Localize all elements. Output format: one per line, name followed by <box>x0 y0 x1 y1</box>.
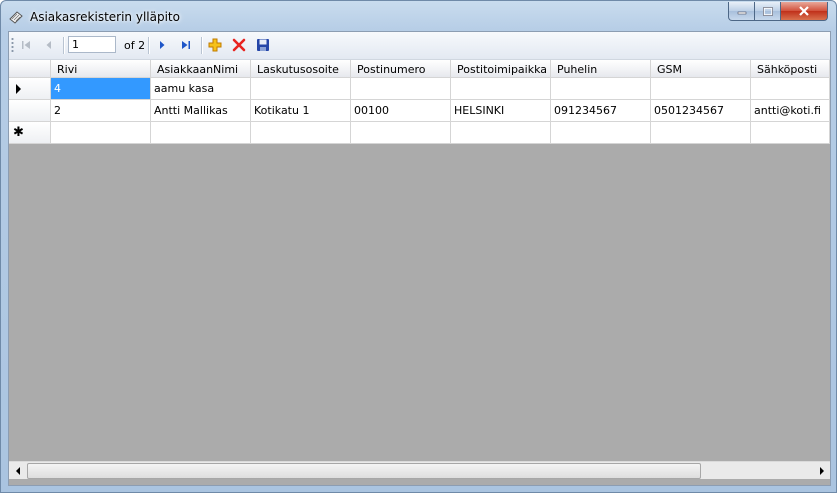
column-header-gsm[interactable]: GSM <box>651 60 751 78</box>
client-area: of 2 Rivi AsiakkaanNimi Laskutusoso <box>8 31 831 486</box>
add-icon <box>208 38 222 52</box>
grid-cell-postitoimipaikka[interactable]: HELSINKI <box>451 100 551 122</box>
grid-cell-sahkoposti[interactable]: antti@koti.fi <box>751 100 830 122</box>
grid-cell-laskutusosoite[interactable] <box>251 78 351 100</box>
app-window: Asiakasrekisterin ylläpito of 2 <box>0 0 837 493</box>
grid-cell-rivi[interactable]: 4 <box>51 78 151 100</box>
save-icon <box>257 39 269 51</box>
grid-cell-sahkoposti[interactable] <box>751 122 830 144</box>
toolbar-grip[interactable] <box>11 37 14 54</box>
binding-navigator: of 2 <box>9 32 830 60</box>
move-first-button[interactable] <box>17 36 35 54</box>
add-new-button[interactable] <box>206 36 224 54</box>
grid-cell-laskutusosoite[interactable] <box>251 122 351 144</box>
row-header-new[interactable]: ✱ <box>9 122 51 144</box>
app-icon <box>9 11 23 24</box>
delete-icon <box>232 38 246 52</box>
column-header-puhelin[interactable]: Puhelin <box>551 60 651 78</box>
scrollbar-thumb[interactable] <box>27 463 701 479</box>
move-next-icon <box>160 41 165 49</box>
grid-cell-postitoimipaikka[interactable] <box>451 122 551 144</box>
grid-corner-header[interactable] <box>9 60 51 78</box>
move-last-button[interactable] <box>177 36 195 54</box>
grid-cell-gsm[interactable] <box>651 78 751 100</box>
grid-cell-puhelin[interactable] <box>551 122 651 144</box>
column-header-rivi[interactable]: Rivi <box>51 60 151 78</box>
title-bar[interactable]: Asiakasrekisterin ylläpito <box>1 1 836 31</box>
close-icon <box>799 6 809 16</box>
grid-cell-gsm[interactable]: 0501234567 <box>651 100 751 122</box>
scroll-right-icon <box>819 466 824 475</box>
minimize-icon <box>737 11 746 15</box>
delete-button[interactable] <box>230 36 248 54</box>
grid-cell-laskutusosoite[interactable]: Kotikatu 1 <box>251 100 351 122</box>
column-header-laskutusosoite[interactable]: Laskutusosoite <box>251 60 351 78</box>
column-header-postitoimipaikka[interactable]: Postitoimipaikka <box>451 60 551 78</box>
maximize-icon <box>762 6 773 16</box>
move-previous-icon <box>46 41 51 49</box>
grid-cell-rivi[interactable]: 2 <box>51 100 151 122</box>
new-row-asterisk-icon: ✱ <box>13 125 24 140</box>
record-count-label: of 2 <box>124 39 146 52</box>
toolbar-separator <box>201 37 202 54</box>
grid-cell-asiakkaannimi[interactable]: Antti Mallikas <box>151 100 251 122</box>
grid-cell-sahkoposti[interactable] <box>751 78 830 100</box>
move-first-icon <box>22 41 30 49</box>
grid-cell-postinumero[interactable] <box>351 122 451 144</box>
grid-cell-postinumero[interactable]: 00100 <box>351 100 451 122</box>
scroll-right-button[interactable] <box>813 462 830 479</box>
column-header-sahkoposti[interactable]: Sähköposti <box>751 60 830 78</box>
minimize-button[interactable] <box>728 2 755 21</box>
toolbar-separator <box>148 37 149 54</box>
move-previous-button[interactable] <box>40 36 58 54</box>
close-button[interactable] <box>781 2 828 21</box>
grid-cell-puhelin[interactable]: 091234567 <box>551 100 651 122</box>
maximize-button[interactable] <box>755 2 781 21</box>
move-next-button[interactable] <box>153 36 171 54</box>
position-input[interactable] <box>68 36 116 53</box>
grid-cell-rivi[interactable] <box>51 122 151 144</box>
grid-cell-gsm[interactable] <box>651 122 751 144</box>
grid-cell-puhelin[interactable] <box>551 78 651 100</box>
current-row-arrow-icon <box>16 84 21 94</box>
grid-cell-asiakkaannimi[interactable]: aamu kasa <box>151 78 251 100</box>
scroll-left-icon <box>15 466 20 475</box>
window-title: Asiakasrekisterin ylläpito <box>30 10 180 24</box>
column-header-asiakkaannimi[interactable]: AsiakkaanNimi <box>151 60 251 78</box>
horizontal-scrollbar[interactable] <box>9 461 830 479</box>
scroll-left-button[interactable] <box>9 462 26 479</box>
grid-cell-postinumero[interactable] <box>351 78 451 100</box>
grid-cell-postitoimipaikka[interactable] <box>451 78 551 100</box>
grid-cell-asiakkaannimi[interactable] <box>151 122 251 144</box>
move-last-icon <box>182 41 190 49</box>
row-header[interactable] <box>9 100 51 122</box>
toolbar-separator <box>63 37 64 54</box>
save-button[interactable] <box>254 36 272 54</box>
row-header-current[interactable] <box>9 78 51 100</box>
column-header-postinumero[interactable]: Postinumero <box>351 60 451 78</box>
